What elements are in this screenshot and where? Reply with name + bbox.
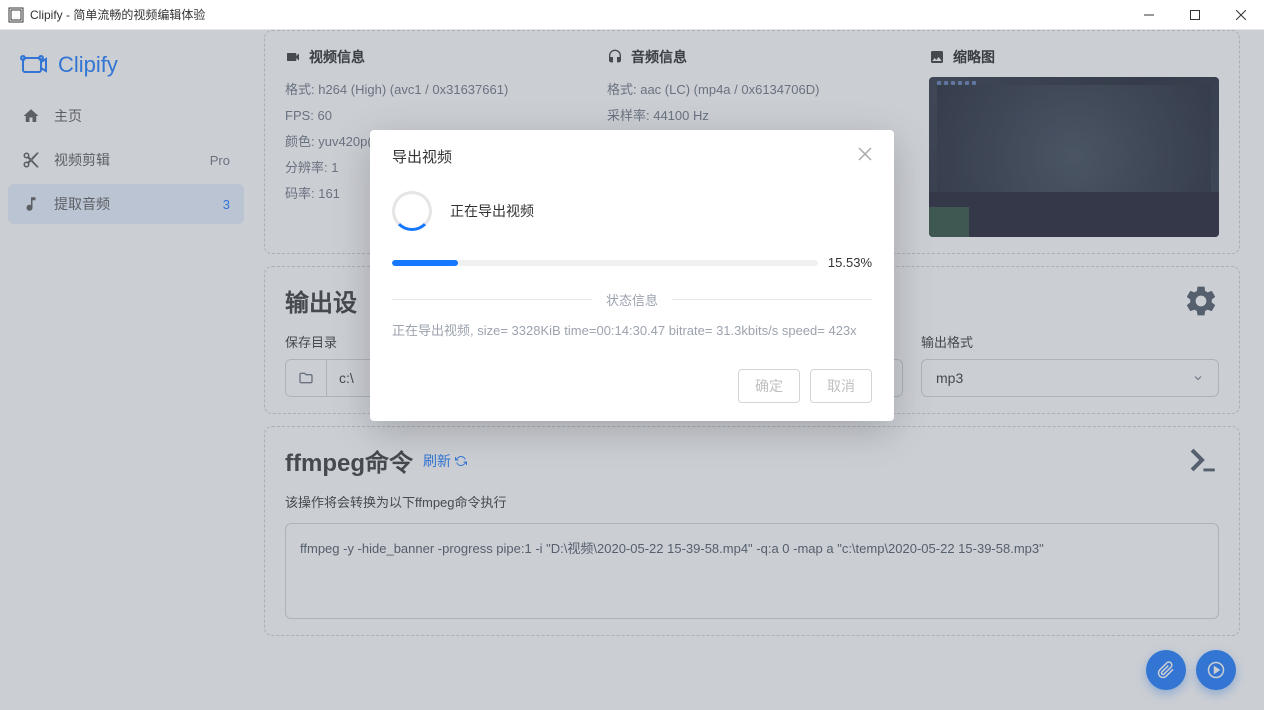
close-button[interactable]	[1218, 0, 1264, 30]
status-detail: 正在导出视频, size= 3328KiB time=00:14:30.47 b…	[392, 321, 872, 341]
maximize-button[interactable]	[1172, 0, 1218, 30]
close-icon	[858, 147, 872, 161]
cancel-button[interactable]: 取消	[810, 369, 872, 403]
progress-percent: 15.53%	[828, 255, 872, 270]
loading-spinner	[392, 191, 432, 231]
modal-overlay[interactable]: 导出视频 正在导出视频 15.53% 状态信息 正在导出视频, size= 33…	[0, 30, 1264, 710]
window-titlebar: Clipify - 简单流畅的视频编辑体验	[0, 0, 1264, 30]
modal-title: 导出视频	[392, 146, 452, 167]
status-divider: 状态信息	[392, 290, 872, 309]
window-title: Clipify - 简单流畅的视频编辑体验	[30, 6, 205, 23]
modal-close-button[interactable]	[858, 147, 872, 166]
export-status-text: 正在导出视频	[450, 201, 534, 221]
progress-bar	[392, 260, 818, 266]
export-modal: 导出视频 正在导出视频 15.53% 状态信息 正在导出视频, size= 33…	[370, 130, 894, 421]
progress-fill	[392, 260, 458, 266]
app-window-icon	[8, 7, 24, 23]
window-controls	[1126, 0, 1264, 30]
ok-button[interactable]: 确定	[738, 369, 800, 403]
minimize-button[interactable]	[1126, 0, 1172, 30]
